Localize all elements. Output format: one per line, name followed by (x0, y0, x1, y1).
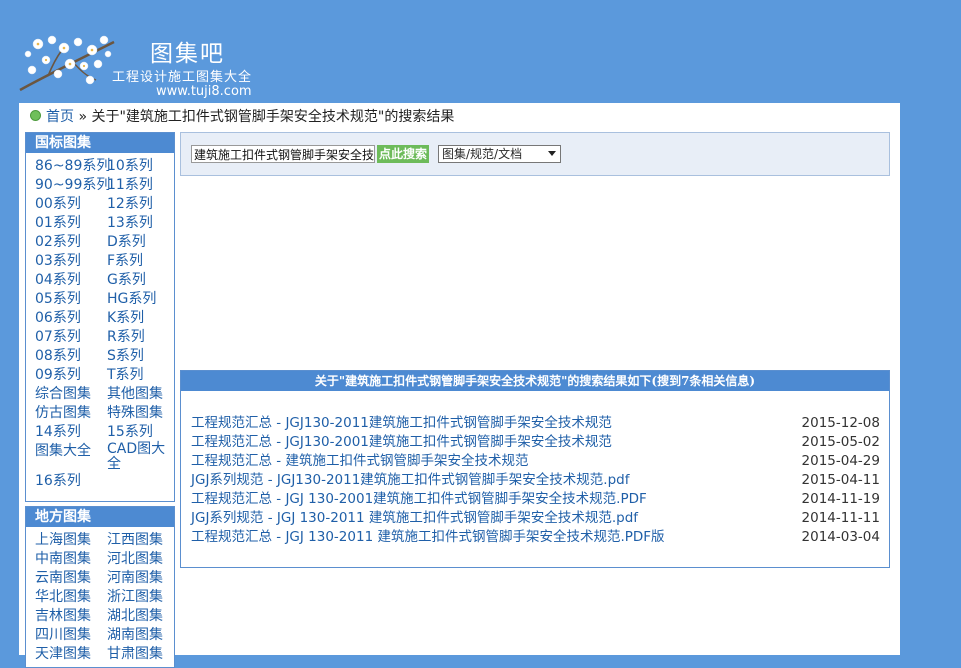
sidebar-link[interactable]: G系列 (107, 271, 177, 290)
result-row: 工程规范汇总 - JGJ 130-2001建筑施工扣件式钢管脚手架安全技术规范.… (191, 490, 881, 509)
sidebar-link[interactable]: 09系列 (35, 366, 107, 385)
result-link[interactable]: 工程规范汇总 - 建筑施工扣件式钢管脚手架安全技术规范 (191, 453, 528, 469)
sidebar-link[interactable]: 02系列 (35, 233, 107, 252)
sidebar-link[interactable]: 湖北图集 (107, 607, 174, 626)
sidebar-link[interactable]: 13系列 (107, 214, 177, 233)
sidebar-link[interactable]: 90~99系列 (35, 176, 110, 195)
sidebar-link[interactable]: 14系列 (35, 423, 107, 442)
site-name: 图集吧 (150, 41, 225, 67)
result-row: 工程规范汇总 - JGJ130-2011建筑施工扣件式钢管脚手架安全技术规范 20… (191, 414, 881, 433)
result-row: 工程规范汇总 - JGJ130-2001建筑施工扣件式钢管脚手架安全技术规范 20… (191, 433, 881, 452)
search-button[interactable]: 点此搜索 (377, 145, 430, 163)
sidebar-link[interactable]: 04系列 (35, 271, 107, 290)
sidebar-guobiao-list: 86~89系列 10系列 90~99系列 11系列 00系列 12系列 01系列 13系列 02… (26, 153, 174, 493)
result-date: 2015-04-11 (801, 472, 880, 488)
result-link[interactable]: 工程规范汇总 - JGJ130-2001建筑施工扣件式钢管脚手架安全技术规范 (191, 434, 612, 450)
category-select-value: 图集/规范/文档 (442, 147, 523, 161)
result-date: 2015-05-02 (801, 434, 880, 450)
sidebar-link[interactable]: 江西图集 (107, 531, 174, 550)
result-row: 工程规范汇总 - 建筑施工扣件式钢管脚手架安全技术规范 2015-04-29 (191, 452, 881, 471)
result-row: JGJ系列规范 - JGJ 130-2011 建筑施工扣件式钢管脚手架安全技术规… (191, 509, 881, 528)
sidebar-link[interactable]: 07系列 (35, 328, 107, 347)
sidebar-link[interactable]: 05系列 (35, 290, 107, 309)
sidebar-link[interactable]: F系列 (107, 252, 177, 271)
site-url: www.tuji8.com (156, 84, 252, 99)
sidebar-link[interactable]: 11系列 (107, 176, 177, 195)
breadcrumb-home-link[interactable]: 首页 (46, 109, 74, 125)
breadcrumb-current: 关于"建筑施工扣件式钢管脚手架安全技术规范"的搜索结果 (91, 109, 455, 125)
sidebar-link[interactable]: 08系列 (35, 347, 107, 366)
plum-blossom-logo-icon (19, 35, 115, 92)
sidebar-link[interactable]: 河北图集 (107, 550, 174, 569)
sidebar-link[interactable]: 仿古图集 (35, 404, 107, 423)
sidebar-link[interactable]: 06系列 (35, 309, 107, 328)
sidebar-link[interactable]: 上海图集 (35, 531, 107, 550)
sidebar-link[interactable]: 河南图集 (107, 569, 174, 588)
sidebar-link[interactable]: R系列 (107, 328, 177, 347)
sidebar-link[interactable]: 吉林图集 (35, 607, 107, 626)
sidebar-link[interactable]: 16系列 (35, 472, 107, 491)
result-date: 2014-11-19 (801, 491, 880, 507)
result-date: 2014-11-11 (801, 510, 880, 526)
breadcrumb: 首页 » 关于"建筑施工扣件式钢管脚手架安全技术规范"的搜索结果 (30, 108, 454, 126)
sidebar-link[interactable]: 其他图集 (107, 385, 177, 404)
sidebar-link[interactable]: 00系列 (35, 195, 107, 214)
sidebar-link[interactable]: 03系列 (35, 252, 107, 271)
sidebar-link[interactable]: T系列 (107, 366, 177, 385)
dropdown-arrow-icon (548, 151, 556, 156)
content-panel: 首页 » 关于"建筑施工扣件式钢管脚手架安全技术规范"的搜索结果 国标图集 86… (19, 103, 900, 668)
result-link[interactable]: 工程规范汇总 - JGJ 130-2011 建筑施工扣件式钢管脚手架安全技术规范… (191, 529, 665, 545)
sidebar-link[interactable]: 云南图集 (35, 569, 107, 588)
sidebar-link[interactable]: 中南图集 (35, 550, 107, 569)
sidebar-link[interactable]: 特殊图集 (107, 404, 177, 423)
sidebar-link[interactable]: 86~89系列 (35, 157, 110, 176)
results-panel: 关于"建筑施工扣件式钢管脚手架安全技术规范"的搜索结果如下(搜到7条相关信息) … (180, 370, 890, 568)
result-row: 工程规范汇总 - JGJ 130-2011 建筑施工扣件式钢管脚手架安全技术规范… (191, 528, 881, 547)
result-row: JGJ系列规范 - JGJ130-2011建筑施工扣件式钢管脚手架安全技术规范.… (191, 471, 881, 490)
search-panel: 建筑施工扣件式钢管脚手架安全技术规范 点此搜索 图集/规范/文档 (180, 132, 890, 176)
sidebar-link[interactable]: 浙江图集 (107, 588, 174, 607)
sidebar-link[interactable]: 图集大全 (35, 442, 107, 472)
sidebar-guobiao: 国标图集 86~89系列 10系列 90~99系列 11系列 00系列 12系列 01系列 1… (25, 132, 175, 502)
sidebar-link[interactable]: D系列 (107, 233, 177, 252)
sidebar-difang: 地方图集 上海图集 江西图集 中南图集 河北图集 云南图集 河南图集 华北图集 浙江图集 吉林图… (25, 506, 175, 668)
sidebar-link[interactable]: 综合图集 (35, 385, 107, 404)
results-list: 工程规范汇总 - JGJ130-2011建筑施工扣件式钢管脚手架安全技术规范 20… (191, 414, 881, 547)
sidebar-link[interactable]: 湖南图集 (107, 626, 174, 645)
sidebar-link[interactable]: S系列 (107, 347, 177, 366)
sidebar-link[interactable]: 10系列 (107, 157, 177, 176)
search-input[interactable]: 建筑施工扣件式钢管脚手架安全技术规范 (191, 145, 375, 163)
site-header: 图集吧 工程设计施工图集大全 www.tuji8.com (0, 0, 961, 103)
result-link[interactable]: 工程规范汇总 - JGJ130-2011建筑施工扣件式钢管脚手架安全技术规范 (191, 415, 612, 431)
result-date: 2014-03-04 (801, 529, 880, 545)
results-header: 关于"建筑施工扣件式钢管脚手架安全技术规范"的搜索结果如下(搜到7条相关信息) (181, 371, 889, 391)
bullet-icon (30, 110, 41, 121)
category-select[interactable]: 图集/规范/文档 (438, 145, 561, 163)
result-date: 2015-12-08 (801, 415, 880, 431)
result-date: 2015-04-29 (801, 453, 880, 469)
sidebar-guobiao-title: 国标图集 (26, 133, 174, 153)
sidebar-link[interactable]: 四川图集 (35, 626, 107, 645)
sidebar-difang-list: 上海图集 江西图集 中南图集 河北图集 云南图集 河南图集 华北图集 浙江图集 吉林图集 湖北图集… (26, 527, 174, 666)
result-link[interactable]: JGJ系列规范 - JGJ 130-2011 建筑施工扣件式钢管脚手架安全技术规… (191, 510, 638, 526)
sidebar-link[interactable]: K系列 (107, 309, 177, 328)
sidebar-link[interactable]: 01系列 (35, 214, 107, 233)
result-link[interactable]: 工程规范汇总 - JGJ 130-2001建筑施工扣件式钢管脚手架安全技术规范.… (191, 491, 647, 507)
sidebar-difang-title: 地方图集 (26, 507, 174, 527)
site-subtitle: 工程设计施工图集大全 (112, 70, 253, 85)
sidebar-link[interactable]: 华北图集 (35, 588, 107, 607)
breadcrumb-separator: » (78, 109, 88, 125)
sidebar-link[interactable]: 12系列 (107, 195, 177, 214)
sidebar-link[interactable]: HG系列 (107, 290, 177, 309)
sidebar-link[interactable]: 15系列 (107, 423, 177, 442)
sidebar-link[interactable]: CAD图大全 (107, 442, 167, 472)
result-link[interactable]: JGJ系列规范 - JGJ130-2011建筑施工扣件式钢管脚手架安全技术规范.… (191, 472, 629, 488)
